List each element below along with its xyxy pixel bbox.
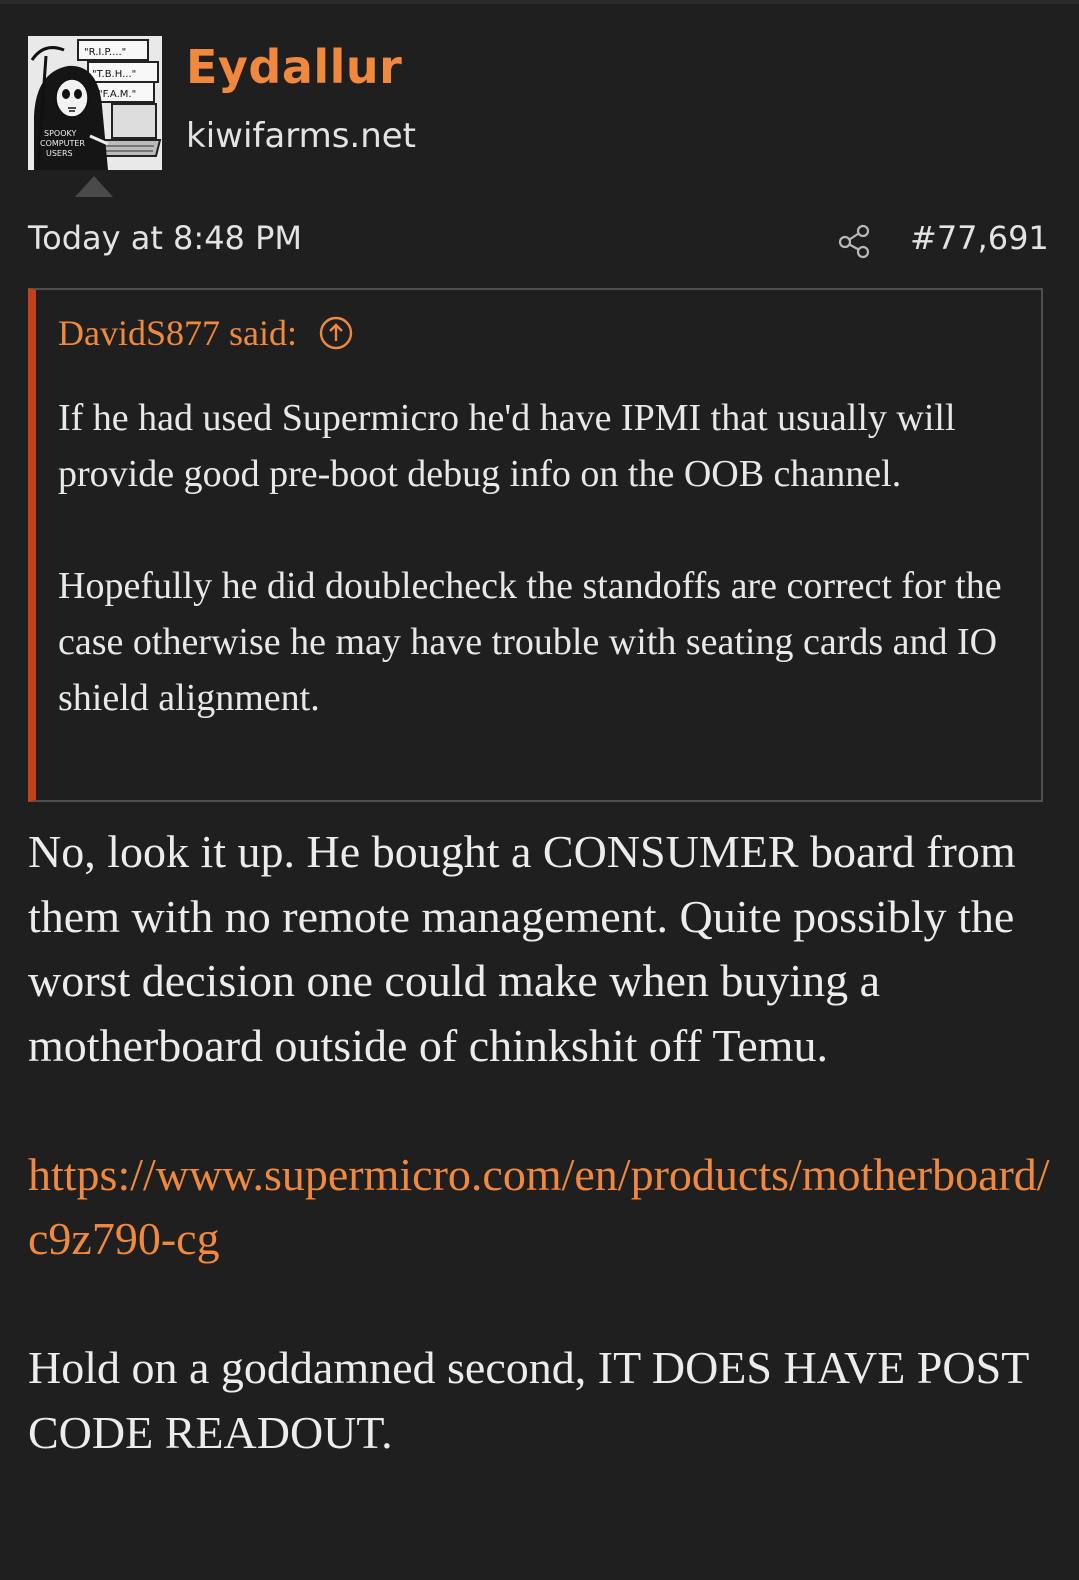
post-date-link[interactable]: Today at 8:48 PM [28,219,302,257]
user-avatar[interactable]: "R.I.P...." "T.B.H..." "F.A.M." SPOOKY C… [28,36,162,170]
post-number-link[interactable]: #77,691 [910,219,1049,257]
quote-author-label: DavidS877 said: [58,313,297,353]
quote-author-link[interactable]: DavidS877 said: [58,312,353,354]
grim-reaper-avatar-icon: "R.I.P...." "T.B.H..." "F.A.M." SPOOKY C… [28,36,162,170]
post-message: No, look it up. He bought a CONSUMER boa… [28,820,1058,1465]
quote-paragraph: Hopefully he did doublecheck the standof… [58,565,1002,719]
share-icon[interactable] [836,223,872,259]
avatar-shirt-line-2: COMPUTER [40,139,85,148]
top-divider [0,0,1079,4]
arrow-up-circle-icon[interactable] [319,316,353,350]
avatar-sign-3: "F.A.M." [98,89,136,100]
avatar-caret-icon [75,176,113,197]
quote-block: DavidS877 said: If he had used Supermicr… [28,288,1043,802]
avatar-sign-1: "R.I.P...." [84,47,126,58]
quote-body: If he had used Supermicro he'd have IPMI… [58,390,1033,726]
avatar-shirt-line-3: USERS [46,149,73,158]
username-link[interactable]: Eydallur [186,40,402,94]
quote-paragraph: If he had used Supermicro he'd have IPMI… [58,397,956,495]
supermicro-link[interactable]: https://www.supermicro.com/en/products/m… [28,1149,1050,1265]
message-paragraph: No, look it up. He bought a CONSUMER boa… [28,826,1016,1071]
user-title: kiwifarms.net [186,116,417,156]
avatar-shirt-line-1: SPOOKY [44,129,76,138]
message-paragraph: Hold on a goddamned second, IT DOES HAVE… [28,1342,1029,1458]
avatar-sign-2: "T.B.H..." [92,69,136,80]
